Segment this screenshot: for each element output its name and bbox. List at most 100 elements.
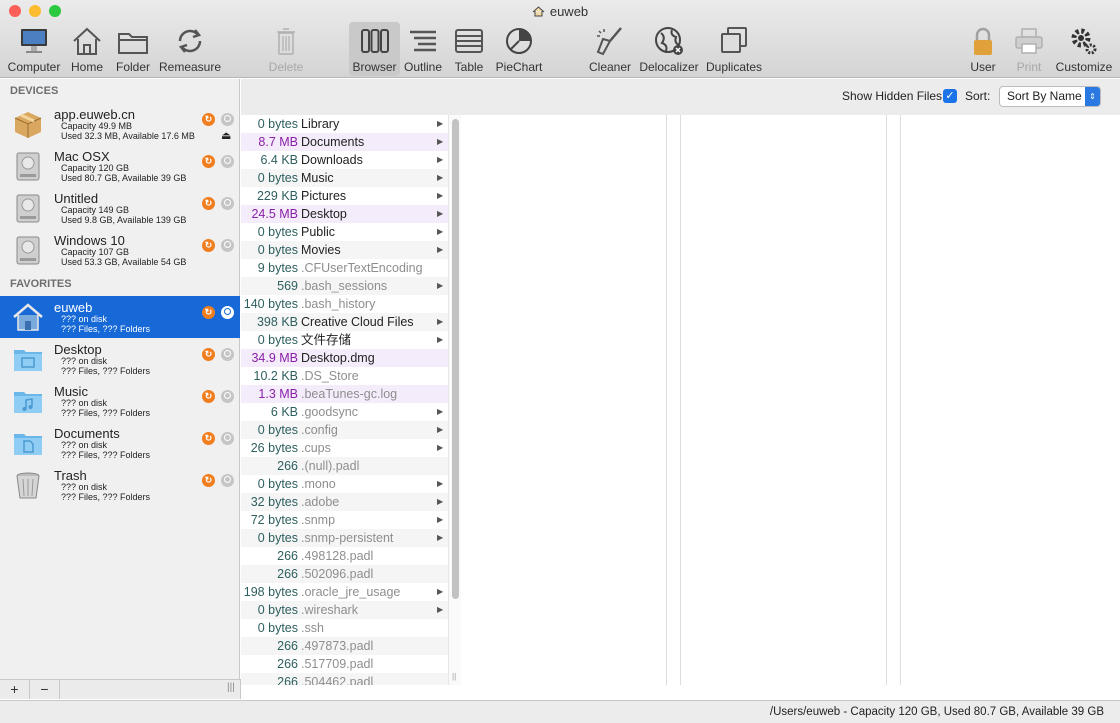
scrollbar-thumb[interactable]: [452, 119, 459, 599]
disclosure-arrow-icon[interactable]: ▶: [437, 187, 443, 205]
reveal-favorite-button[interactable]: [221, 306, 234, 319]
reveal-device-button[interactable]: [221, 239, 234, 252]
disclosure-arrow-icon[interactable]: ▶: [437, 313, 443, 331]
file-row[interactable]: 10.2 KB .DS_Store: [241, 367, 448, 385]
disclosure-arrow-icon[interactable]: ▶: [437, 205, 443, 223]
file-row[interactable]: 0 bytes .snmp-persistent ▶: [241, 529, 448, 547]
remeasure-favorite-button[interactable]: ↻: [202, 348, 215, 361]
disclosure-arrow-icon[interactable]: ▶: [437, 223, 443, 241]
device-mac-osx[interactable]: Mac OSX Capacity 120 GB Used 80.7 GB, Av…: [0, 145, 240, 187]
disclosure-arrow-icon[interactable]: ▶: [437, 133, 443, 151]
add-favorite-button[interactable]: +: [0, 680, 30, 699]
reveal-device-button[interactable]: [221, 155, 234, 168]
disclosure-arrow-icon[interactable]: ▶: [437, 583, 443, 601]
disclosure-arrow-icon[interactable]: ▶: [437, 169, 443, 187]
sidebar-resize-handle[interactable]: |||: [227, 682, 235, 693]
file-row[interactable]: 229 KB Pictures ▶: [241, 187, 448, 205]
disclosure-arrow-icon[interactable]: ▶: [437, 277, 443, 295]
disclosure-arrow-icon[interactable]: ▶: [437, 439, 443, 457]
show-hidden-files-checkbox[interactable]: ✓: [943, 89, 957, 103]
toolbar-delete-button[interactable]: Delete: [264, 22, 308, 76]
remeasure-device-button[interactable]: ↻: [202, 113, 215, 126]
column-1-scrollbar[interactable]: ||: [448, 115, 461, 685]
disclosure-arrow-icon[interactable]: ▶: [437, 529, 443, 547]
disclosure-arrow-icon[interactable]: ▶: [437, 421, 443, 439]
toolbar-user-button[interactable]: User: [964, 22, 1002, 76]
disclosure-arrow-icon[interactable]: ▶: [437, 151, 443, 169]
toolbar-customize-button[interactable]: Customize: [1054, 22, 1114, 76]
file-row[interactable]: 26 bytes .cups ▶: [241, 439, 448, 457]
remeasure-favorite-button[interactable]: ↻: [202, 432, 215, 445]
file-row[interactable]: 266 .(null).padl: [241, 457, 448, 475]
file-row[interactable]: 266.497873.padl: [241, 637, 448, 655]
file-row[interactable]: 34.9 MB Desktop.dmg: [241, 349, 448, 367]
file-row[interactable]: 0 bytes Library ▶: [241, 115, 448, 133]
reveal-favorite-button[interactable]: [221, 474, 234, 487]
file-row[interactable]: 0 bytes .config ▶: [241, 421, 448, 439]
file-row[interactable]: 266.502096.padl: [241, 565, 448, 583]
file-row[interactable]: 198 bytes .oracle_jre_usage ▶: [241, 583, 448, 601]
remove-favorite-button[interactable]: −: [30, 680, 60, 699]
disclosure-arrow-icon[interactable]: ▶: [437, 511, 443, 529]
file-row[interactable]: 140 bytes .bash_history: [241, 295, 448, 313]
toolbar-home-button[interactable]: Home: [66, 22, 108, 76]
file-row[interactable]: 8.7 MB Documents ▶: [241, 133, 448, 151]
file-row[interactable]: 398 KB Creative Cloud Files ▶: [241, 313, 448, 331]
file-row[interactable]: 266.517709.padl: [241, 655, 448, 673]
column-resize-handle[interactable]: ||: [452, 672, 456, 681]
toolbar-table-button[interactable]: Table: [448, 22, 490, 76]
toolbar-duplicates-button[interactable]: Duplicates: [704, 22, 764, 76]
toolbar-browser-button[interactable]: Browser: [349, 22, 400, 76]
file-row[interactable]: 1.3 MB .beaTunes-gc.log: [241, 385, 448, 403]
file-row[interactable]: 266.504462.padl: [241, 673, 448, 685]
toolbar-computer-button[interactable]: Computer: [6, 22, 62, 76]
toolbar-print-button[interactable]: Print: [1010, 22, 1048, 76]
file-row[interactable]: 0 bytes .wireshark ▶: [241, 601, 448, 619]
favorite-euweb[interactable]: euweb ??? on disk ??? Files, ??? Folders…: [0, 296, 240, 338]
disclosure-arrow-icon[interactable]: ▶: [437, 601, 443, 619]
remeasure-favorite-button[interactable]: ↻: [202, 474, 215, 487]
file-row[interactable]: 569 .bash_sessions ▶: [241, 277, 448, 295]
file-row[interactable]: 32 bytes .adobe ▶: [241, 493, 448, 511]
favorite-trash[interactable]: Trash ??? on disk ??? Files, ??? Folders…: [0, 464, 240, 506]
remeasure-device-button[interactable]: ↻: [202, 239, 215, 252]
remeasure-favorite-button[interactable]: ↻: [202, 390, 215, 403]
toolbar-folder-button[interactable]: Folder: [112, 22, 154, 76]
file-row[interactable]: 24.5 MB Desktop ▶: [241, 205, 448, 223]
file-row[interactable]: 6 KB .goodsync ▶: [241, 403, 448, 421]
file-row[interactable]: 0 bytes .mono ▶: [241, 475, 448, 493]
favorite-documents[interactable]: Documents ??? on disk ??? Files, ??? Fol…: [0, 422, 240, 464]
disclosure-arrow-icon[interactable]: ▶: [437, 493, 443, 511]
favorite-desktop[interactable]: Desktop ??? on disk ??? Files, ??? Folde…: [0, 338, 240, 380]
remeasure-favorite-button[interactable]: ↻: [202, 306, 215, 319]
sort-select[interactable]: Sort By Name ⇕: [999, 86, 1101, 107]
file-row[interactable]: 0 bytes Public ▶: [241, 223, 448, 241]
disclosure-arrow-icon[interactable]: ▶: [437, 331, 443, 349]
toolbar-delocalizer-button[interactable]: Delocalizer: [638, 22, 700, 76]
file-row[interactable]: 0 bytes Movies ▶: [241, 241, 448, 259]
toolbar-remeasure-button[interactable]: Remeasure: [158, 22, 222, 76]
reveal-favorite-button[interactable]: [221, 432, 234, 445]
device-untitled[interactable]: Untitled Capacity 149 GB Used 9.8 GB, Av…: [0, 187, 240, 229]
file-row[interactable]: 72 bytes .snmp ▶: [241, 511, 448, 529]
device-windows-10[interactable]: Windows 10 Capacity 107 GB Used 53.3 GB,…: [0, 229, 240, 271]
file-row[interactable]: 0 bytes 文件存储 ▶: [241, 331, 448, 349]
toolbar-cleaner-button[interactable]: Cleaner: [587, 22, 633, 76]
file-row[interactable]: 0 bytes Music ▶: [241, 169, 448, 187]
toolbar-piechart-button[interactable]: PieChart: [493, 22, 545, 76]
reveal-favorite-button[interactable]: [221, 348, 234, 361]
file-row[interactable]: 0 bytes .ssh: [241, 619, 448, 637]
reveal-favorite-button[interactable]: [221, 390, 234, 403]
disclosure-arrow-icon[interactable]: ▶: [437, 115, 443, 133]
reveal-device-button[interactable]: [221, 197, 234, 210]
device-app-euweb[interactable]: app.euweb.cn Capacity 49.9 MB Used 32.3 …: [0, 103, 240, 145]
disclosure-arrow-icon[interactable]: ▶: [437, 241, 443, 259]
file-row[interactable]: 266.498128.padl: [241, 547, 448, 565]
remeasure-device-button[interactable]: ↻: [202, 197, 215, 210]
file-row[interactable]: 6.4 KB Downloads ▶: [241, 151, 448, 169]
favorite-music[interactable]: Music ??? on disk ??? Files, ??? Folders…: [0, 380, 240, 422]
disclosure-arrow-icon[interactable]: ▶: [437, 475, 443, 493]
reveal-device-button[interactable]: [221, 113, 234, 126]
eject-icon[interactable]: ⏏: [221, 129, 231, 142]
disclosure-arrow-icon[interactable]: ▶: [437, 403, 443, 421]
